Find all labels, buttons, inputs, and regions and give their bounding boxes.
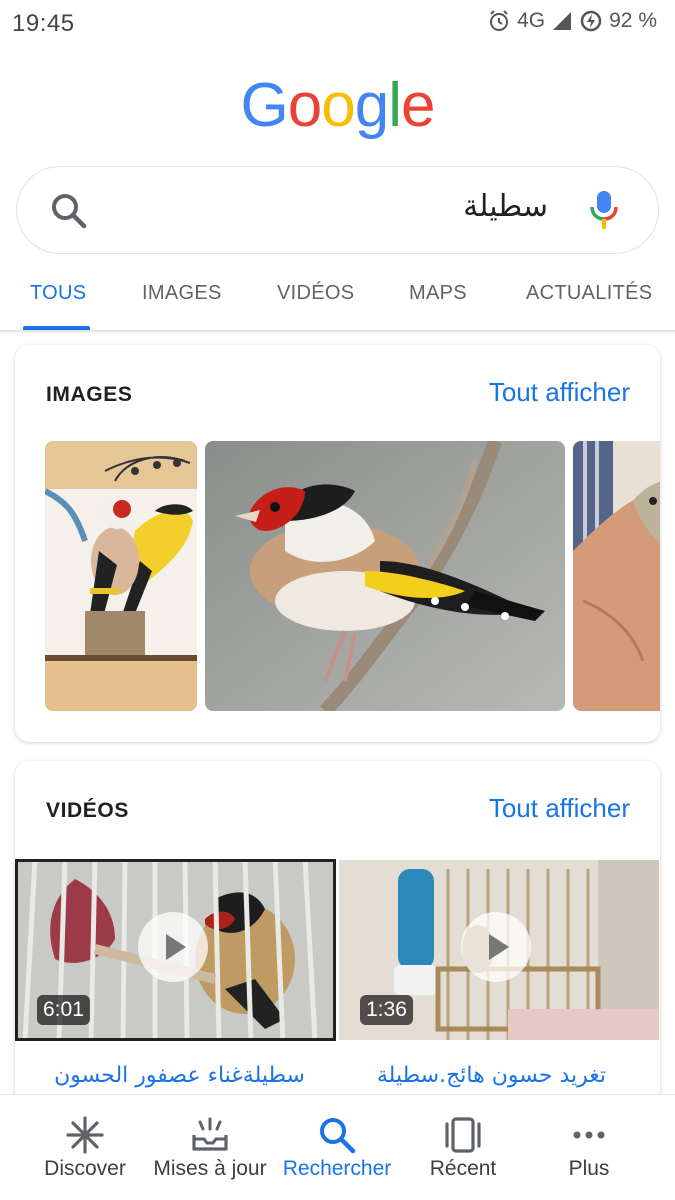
- nav-discover[interactable]: Discover: [20, 1095, 150, 1200]
- logo-letter: l: [388, 71, 402, 140]
- search-icon: [317, 1115, 357, 1160]
- search-tabs: TOUS IMAGES VIDÉOS MAPS ACTUALITÉS: [0, 266, 675, 332]
- search-box[interactable]: سطيلة: [16, 166, 659, 254]
- more-dots-icon: [569, 1115, 609, 1160]
- nav-label: Plus: [568, 1157, 610, 1180]
- video-duration: 1:36: [360, 995, 413, 1025]
- logo-letter: g: [354, 71, 389, 140]
- logo-letter: o: [287, 71, 322, 140]
- nav-recent[interactable]: Récent: [398, 1095, 528, 1200]
- nav-updates[interactable]: Mises à jour: [145, 1095, 275, 1200]
- battery-saver-icon: [579, 9, 603, 33]
- tab-tous[interactable]: TOUS: [30, 282, 86, 305]
- status-time: 19:45: [12, 10, 75, 37]
- images-see-all-link[interactable]: Tout afficher: [489, 377, 630, 408]
- battery-percent: 92 %: [609, 9, 657, 32]
- video-thumbnail-2[interactable]: 1:36: [338, 859, 660, 1041]
- video-title-2[interactable]: تغريد حسون هائج.سطيلة: [377, 1063, 606, 1088]
- image-result-3[interactable]: [573, 441, 660, 711]
- videos-see-all-link[interactable]: Tout afficher: [489, 793, 630, 824]
- tab-maps[interactable]: MAPS: [409, 282, 467, 305]
- network-type: 4G: [517, 9, 546, 32]
- status-bar: 19:45 4G 92 %: [0, 0, 675, 48]
- video-thumbnail-1[interactable]: 6:01: [15, 859, 336, 1041]
- video-duration: 6:01: [37, 995, 90, 1025]
- updates-tray-icon: [190, 1115, 230, 1160]
- asterisk-icon: [65, 1115, 105, 1160]
- videos-card: VIDÉOS Tout afficher 6:01 1:36 سطيلةغناء…: [15, 761, 660, 1141]
- tab-images[interactable]: IMAGES: [142, 282, 222, 305]
- nav-more[interactable]: Plus: [524, 1095, 654, 1200]
- tab-videos[interactable]: VIDÉOS: [277, 282, 354, 305]
- play-icon[interactable]: [461, 912, 531, 982]
- nav-search[interactable]: Rechercher: [272, 1095, 402, 1200]
- recent-cards-icon: [443, 1115, 483, 1160]
- search-query[interactable]: سطيلة: [463, 189, 548, 224]
- status-icons: 4G 92 %: [487, 9, 657, 33]
- image-result-2[interactable]: [205, 441, 565, 711]
- tabs-divider: [0, 330, 675, 334]
- logo-letter: e: [400, 71, 435, 140]
- google-logo: Google: [0, 70, 675, 141]
- bottom-navigation: Discover Mises à jour Rechercher Récent …: [0, 1094, 675, 1200]
- logo-letter: G: [240, 71, 289, 140]
- image-result-1[interactable]: [45, 441, 197, 711]
- videos-section-title: VIDÉOS: [46, 799, 129, 822]
- images-section-title: IMAGES: [46, 383, 133, 406]
- alarm-icon: [487, 9, 511, 33]
- images-card: IMAGES Tout afficher: [15, 345, 660, 742]
- logo-letter: o: [321, 71, 355, 140]
- video-title-1[interactable]: سطيلةغناء عصفور الحسون: [54, 1063, 305, 1088]
- search-icon[interactable]: [49, 191, 89, 236]
- tab-actualites[interactable]: ACTUALITÉS: [526, 282, 652, 305]
- signal-icon: [551, 10, 573, 32]
- microphone-icon[interactable]: [588, 189, 620, 238]
- play-icon[interactable]: [138, 912, 208, 982]
